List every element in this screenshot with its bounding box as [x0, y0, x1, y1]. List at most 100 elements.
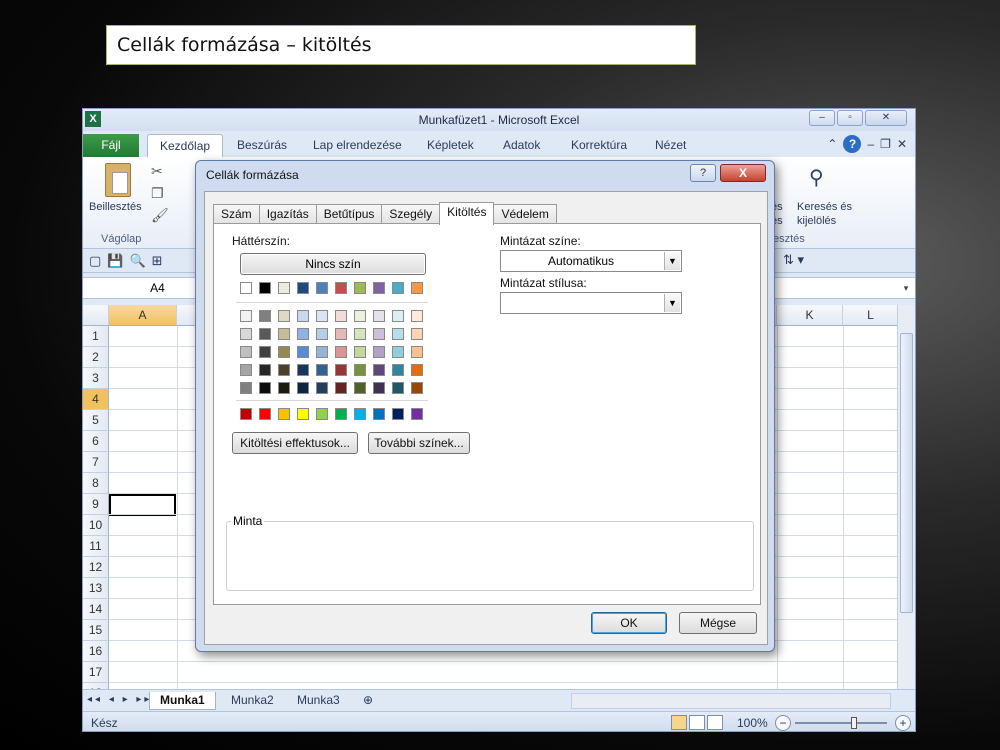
print-preview-icon[interactable]: 🔍 [129, 253, 145, 269]
theme-color-swatch[interactable] [392, 282, 404, 294]
row-header[interactable]: 15 [83, 620, 109, 641]
row-header[interactable]: 6 [83, 431, 109, 452]
minimize-ribbon-icon[interactable]: ⌃ [827, 137, 837, 151]
tint-color-swatch[interactable] [373, 328, 385, 340]
tint-color-swatch[interactable] [278, 346, 290, 358]
help-icon[interactable]: ? [843, 135, 862, 153]
tint-color-swatch[interactable] [335, 310, 347, 322]
tint-color-swatch[interactable] [373, 346, 385, 358]
standard-color-swatch[interactable] [259, 408, 271, 420]
insert-sheet-icon[interactable]: ⊕ [353, 692, 383, 710]
no-color-button[interactable]: Nincs szín [240, 253, 426, 275]
standard-color-swatch[interactable] [297, 408, 309, 420]
standard-color-swatch[interactable] [354, 408, 366, 420]
window-minimize-icon[interactable]: – [867, 137, 874, 151]
tint-color-swatch[interactable] [354, 310, 366, 322]
tint-color-swatch[interactable] [411, 310, 423, 322]
chevron-down-icon[interactable]: ▼ [664, 294, 680, 312]
tab-font[interactable]: Betűtípus [315, 204, 383, 224]
tint-color-swatch[interactable] [240, 382, 252, 394]
tint-color-swatch[interactable] [278, 382, 290, 394]
active-cell[interactable] [109, 494, 176, 516]
tint-color-swatch[interactable] [316, 364, 328, 376]
row-header[interactable]: 14 [83, 599, 109, 620]
tab-protection[interactable]: Védelem [493, 204, 557, 224]
format-painter-icon[interactable]: 🖌 [151, 207, 169, 224]
row-header[interactable]: 2 [83, 347, 109, 368]
tint-color-swatch[interactable] [335, 328, 347, 340]
sort-icon[interactable]: ⇅ [783, 252, 794, 267]
cut-icon[interactable]: ✂ [151, 163, 163, 180]
find-select-label-2[interactable]: kijelölés [797, 215, 836, 228]
row-header[interactable]: 8 [83, 473, 109, 494]
tint-color-swatch[interactable] [297, 310, 309, 322]
tab-formulas[interactable]: Képletek [427, 138, 474, 152]
tint-color-swatch[interactable] [259, 364, 271, 376]
theme-color-swatch[interactable] [335, 282, 347, 294]
zoom-slider[interactable] [795, 717, 887, 729]
tint-color-swatch[interactable] [240, 346, 252, 358]
tint-color-swatch[interactable] [411, 328, 423, 340]
row-header[interactable]: 1 [83, 326, 109, 347]
sheet-tab-munka3[interactable]: Munka3 [287, 692, 350, 710]
standard-color-swatch[interactable] [316, 408, 328, 420]
tint-color-swatch[interactable] [392, 382, 404, 394]
dialog-close-icon[interactable]: X [720, 164, 766, 182]
column-header-k[interactable]: K [777, 305, 843, 326]
normal-view-icon[interactable] [671, 715, 687, 730]
copy-icon[interactable]: ❐ [151, 185, 164, 202]
chevron-down-icon[interactable]: ▼ [664, 252, 680, 270]
tint-color-swatch[interactable] [278, 328, 290, 340]
tint-color-swatch[interactable] [259, 310, 271, 322]
tint-color-swatch[interactable] [278, 310, 290, 322]
tint-color-swatch[interactable] [354, 328, 366, 340]
standard-color-swatch[interactable] [392, 408, 404, 420]
tint-color-swatch[interactable] [297, 364, 309, 376]
theme-color-swatch[interactable] [354, 282, 366, 294]
theme-color-swatch[interactable] [411, 282, 423, 294]
tint-color-swatch[interactable] [259, 346, 271, 358]
scroll-thumb[interactable] [900, 333, 913, 613]
tint-color-swatch[interactable] [392, 346, 404, 358]
tab-border[interactable]: Szegély [381, 204, 441, 224]
tint-color-swatch[interactable] [354, 364, 366, 376]
tab-page-layout[interactable]: Lap elrendezése [313, 138, 402, 152]
tint-color-swatch[interactable] [240, 328, 252, 340]
pattern-style-select[interactable]: ▼ [500, 292, 682, 314]
minimize-icon[interactable]: – [809, 110, 835, 126]
qat-dropdown-icon[interactable]: ▾ [798, 252, 805, 267]
tint-color-swatch[interactable] [297, 328, 309, 340]
sheet-tab-munka1[interactable]: Munka1 [149, 692, 216, 710]
horizontal-scrollbar[interactable] [571, 693, 891, 709]
tab-fill[interactable]: Kitöltés [439, 202, 495, 225]
standard-color-swatch[interactable] [335, 408, 347, 420]
theme-color-swatch[interactable] [259, 282, 271, 294]
tab-data[interactable]: Adatok [503, 138, 540, 152]
cancel-button[interactable]: Mégse [679, 612, 757, 634]
standard-color-swatch[interactable] [373, 408, 385, 420]
formula-expand-icon[interactable]: ▾ [899, 280, 913, 296]
pattern-color-select[interactable]: Automatikus ▼ [500, 250, 682, 272]
find-select-label-1[interactable]: Keresés és [797, 201, 852, 214]
tab-number[interactable]: Szám [213, 204, 260, 224]
zoom-level[interactable]: 100% [737, 716, 768, 730]
tint-color-swatch[interactable] [259, 382, 271, 394]
tint-color-swatch[interactable] [316, 382, 328, 394]
binoculars-icon[interactable]: ⚲ [809, 165, 824, 190]
row-header[interactable]: 13 [83, 578, 109, 599]
page-layout-view-icon[interactable] [689, 715, 705, 730]
tab-insert[interactable]: Beszúrás [237, 138, 287, 152]
window-close-icon[interactable]: ✕ [897, 137, 907, 151]
close-icon[interactable]: ✕ [865, 110, 907, 126]
row-header[interactable]: 3 [83, 368, 109, 389]
tint-color-swatch[interactable] [411, 382, 423, 394]
window-restore-icon[interactable]: ❐ [880, 137, 891, 151]
paste-icon[interactable] [105, 163, 131, 197]
standard-color-swatch[interactable] [240, 408, 252, 420]
theme-color-swatch[interactable] [278, 282, 290, 294]
zoom-out-icon[interactable]: − [775, 715, 791, 731]
row-header[interactable]: 17 [83, 662, 109, 683]
zoom-in-icon[interactable]: + [895, 715, 911, 731]
tint-color-swatch[interactable] [335, 346, 347, 358]
tint-color-swatch[interactable] [316, 346, 328, 358]
